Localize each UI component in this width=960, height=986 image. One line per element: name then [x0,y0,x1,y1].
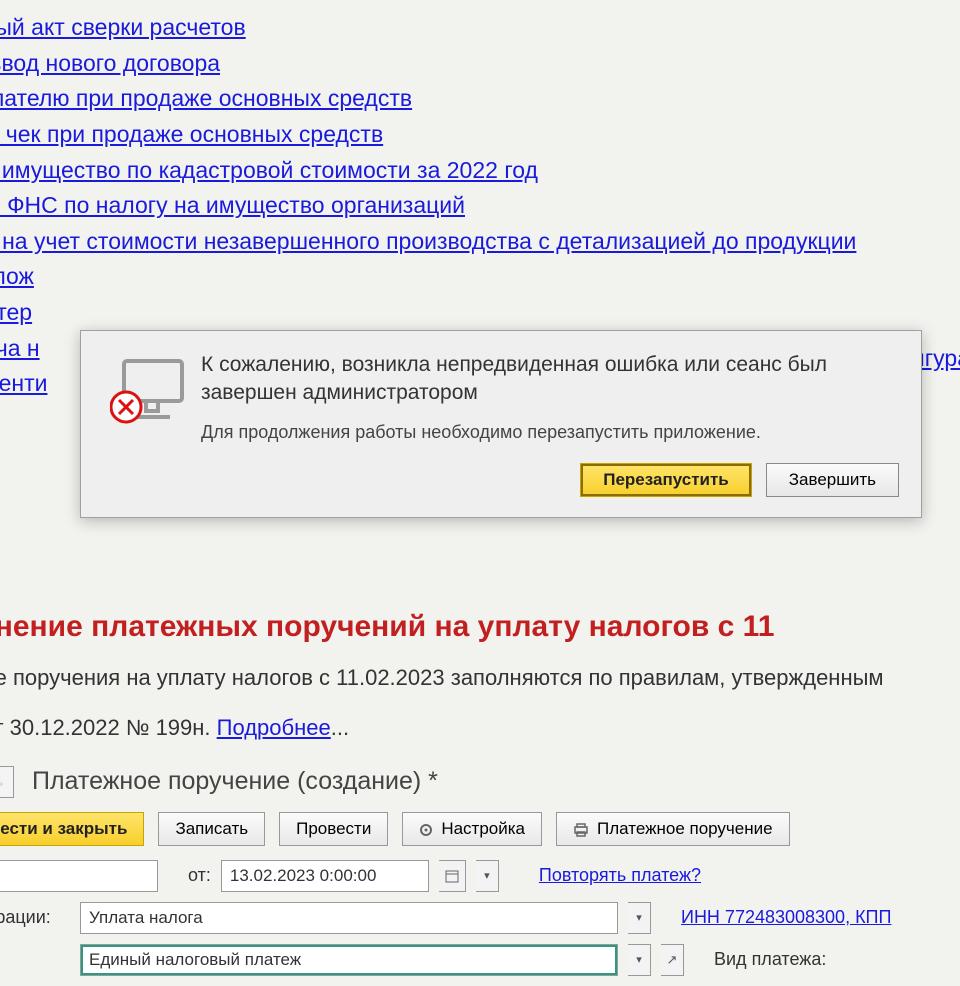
post-button[interactable]: Провести [279,812,388,846]
write-button[interactable]: Записать [158,812,265,846]
monitor-error-icon [103,351,195,443]
inn-link[interactable]: ИНН 772483008300, КПП [681,907,891,928]
print-button[interactable]: Платежное поручение [556,812,790,846]
bg-link[interactable]: купателю при продаже основных средств [0,81,960,117]
operation-type-select[interactable]: Уплата налога [80,902,618,934]
nav-forward-button[interactable]: → [0,766,14,798]
date-dropdown-icon[interactable]: ▾ [476,860,499,892]
more-link[interactable]: Подробнее [217,715,331,740]
bg-link[interactable]: й ввод нового договора [0,46,960,82]
bg-link[interactable]: на имущество по кадастровой стоимости за… [0,153,960,189]
date-input[interactable]: 13.02.2023 0:00:00 [221,860,429,892]
dialog-message: К сожалению, возникла непредвиденная оши… [201,351,899,408]
gear-icon [419,822,433,836]
dialog-submessage: Для продолжения работы необходимо переза… [201,422,899,443]
repeat-payment-link[interactable]: Повторять платеж? [539,865,701,886]
section-subtext-2: сии от 30.12.2022 № 199н. Подробнее... [0,712,960,744]
operation-type-label: ид операции: [0,907,70,928]
bg-link[interactable]: алтер [0,295,960,331]
number-input[interactable] [0,860,158,892]
restart-button[interactable]: Перезапустить [580,463,752,497]
section-subtext: ежные поручения на уплату налогов с 11.0… [0,662,960,694]
dropdown-icon[interactable]: ▾ [628,902,651,934]
from-label: от: [188,865,211,886]
form-toolbar: Провести и закрыть Записать Провести Нас… [0,812,960,846]
post-and-close-button[interactable]: Провести и закрыть [0,812,144,846]
bg-link[interactable]: нный акт сверки расчетов [0,10,960,46]
section-headline: полнение платежных поручений на уплату н… [0,610,960,644]
printer-icon [573,822,589,836]
calendar-icon[interactable] [439,860,466,892]
bg-link[interactable]: отлож [0,259,960,295]
finish-button[interactable]: Завершить [766,463,899,497]
bg-link[interactable]: ый чек при продаже основных средств [0,117,960,153]
bg-link[interactable]: а с ФНС по налогу на имущество организац… [0,188,960,224]
bg-link[interactable]: од на учет стоимости незавершенного прои… [0,224,960,260]
form-title: Платежное поручение (создание) * [32,767,438,796]
error-dialog: К сожалению, возникла непредвиденная оши… [80,330,922,518]
settings-button[interactable]: Настройка [402,812,542,846]
